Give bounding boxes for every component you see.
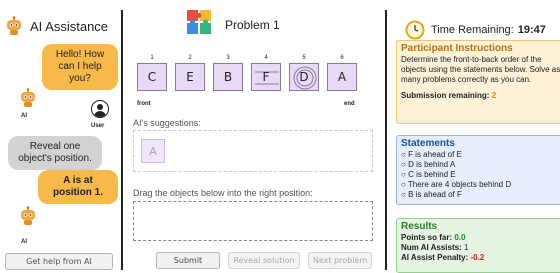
points-value: 0.0: [454, 233, 466, 242]
position-number: 2: [188, 55, 192, 61]
object-label: B: [223, 70, 233, 84]
object-label: D: [299, 70, 309, 84]
timer-label: Time Remaining:: [431, 24, 514, 36]
position-number: 1: [150, 55, 154, 61]
front-label: front: [137, 101, 151, 107]
submit-button[interactable]: Submit: [156, 252, 220, 269]
object-slot[interactable]: C: [137, 63, 167, 91]
statement-item: ○ F is ahead of E: [401, 150, 462, 159]
object-slot[interactable]: A: [327, 63, 357, 91]
ai-label: AI: [21, 239, 27, 245]
statement-item: ○ B is ahead of F: [401, 190, 462, 199]
clock-icon: [405, 20, 425, 40]
problem-panel: Problem 1 1 2 3 4 5 6 C E B F D A front …: [122, 0, 385, 273]
ai-message: A is at position 1.: [38, 170, 118, 204]
info-panel: Time Remaining: 19:47 Participant Instru…: [391, 0, 560, 273]
object-slot[interactable]: D: [289, 63, 319, 91]
statement-item: ○ D is behind A: [401, 160, 456, 169]
chat-panel: AI Assistance Hello! How can I help you?…: [0, 0, 122, 273]
position-number: 5: [302, 55, 306, 61]
timer-value: 19:47: [517, 24, 546, 36]
suggestions-label: AI's suggestions:: [133, 118, 201, 128]
divider: [385, 10, 387, 270]
problem-title: Problem 1: [225, 18, 280, 32]
assists-value: 1: [463, 243, 469, 252]
position-number: 4: [264, 55, 268, 61]
robot-icon: [7, 16, 21, 35]
object-slot[interactable]: B: [213, 63, 243, 91]
ai-avatar-icon: [21, 206, 35, 225]
position-number: 6: [340, 55, 344, 61]
object-label: A: [337, 70, 347, 84]
penalty-value: -0.2: [470, 253, 485, 262]
instructions-panel: Participant Instructions Determine the f…: [396, 40, 560, 124]
end-label: end: [344, 101, 355, 107]
reveal-solution-button[interactable]: Reveal solution: [228, 252, 300, 269]
statements-panel: Statements ○ F is ahead of E ○ D is behi…: [396, 135, 560, 205]
ai-avatar-icon: [21, 88, 35, 107]
position-number: 3: [226, 55, 230, 61]
statement-item: ○ There are 4 objects behind D: [401, 180, 512, 189]
penalty-row: AI Assist Penalty: -0.2: [401, 253, 485, 262]
user-label: User: [91, 123, 105, 129]
puzzle-icon: [187, 10, 211, 34]
submission-remaining: Submission remaining: 2: [401, 91, 497, 100]
results-panel: Results Points so far: 0.0 Num AI Assist…: [396, 218, 560, 273]
instructions-title: Participant Instructions: [401, 43, 513, 54]
instructions-text: Determine the front-to-back order of the…: [401, 55, 560, 84]
chat-header: AI Assistance: [4, 16, 108, 36]
submission-value: 2: [491, 91, 497, 100]
object-slot[interactable]: E: [175, 63, 205, 91]
object-label: F: [262, 70, 270, 84]
next-problem-button[interactable]: Next problem: [308, 252, 372, 269]
user-message: Reveal one object's position.: [8, 136, 102, 170]
suggestion-item[interactable]: A: [141, 139, 165, 163]
object-label: E: [186, 70, 194, 84]
drop-zone[interactable]: [133, 201, 373, 241]
get-help-button[interactable]: Get help from AI: [5, 253, 113, 270]
user-avatar-icon: [91, 100, 109, 118]
statements-title: Statements: [401, 138, 455, 149]
submission-label: Submission remaining: [401, 91, 487, 100]
ai-label: AI: [21, 113, 27, 119]
object-label: C: [147, 70, 157, 84]
assists-row: Num AI Assists: 1: [401, 243, 469, 252]
drag-instruction: Drag the objects below into the right po…: [133, 188, 313, 198]
timer: Time Remaining: 19:47: [405, 20, 546, 40]
ai-message: Hello! How can I help you?: [42, 44, 118, 90]
object-slot[interactable]: F: [251, 63, 281, 91]
suggestions-area: A: [133, 130, 373, 172]
statement-item: ○ C is behind E: [401, 170, 456, 179]
points-row: Points so far: 0.0: [401, 233, 466, 242]
app-title: AI Assistance: [30, 18, 109, 34]
results-title: Results: [401, 221, 438, 232]
